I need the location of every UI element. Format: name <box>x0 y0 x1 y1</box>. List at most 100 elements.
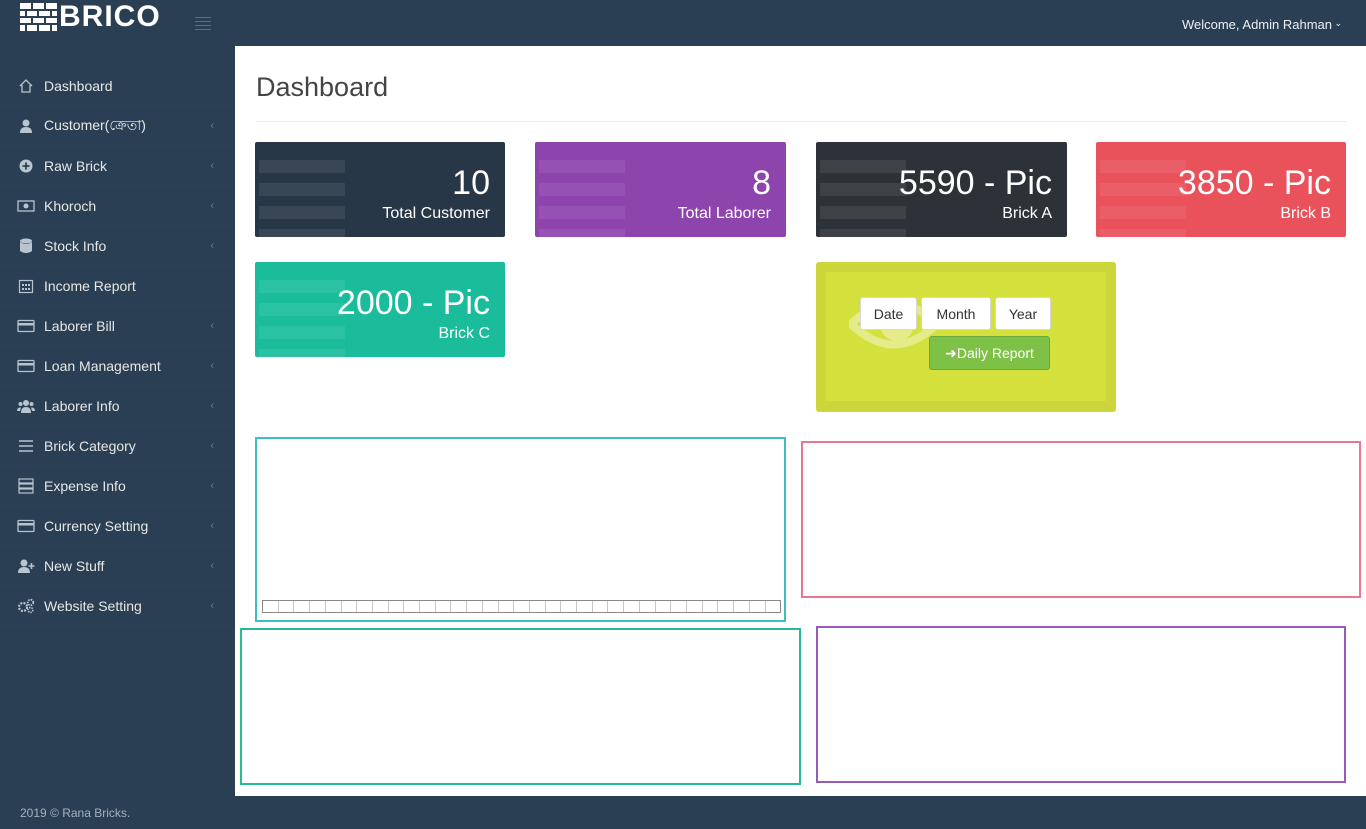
sidebar-item-customer[interactable]: Customer(ক্রেতা) ‹ <box>0 106 234 146</box>
sidebar-item-label: Laborer Bill <box>44 317 115 334</box>
sidebar-item-laborer-bill[interactable]: Laborer Bill ‹ <box>0 306 234 346</box>
grid-cell <box>671 601 687 612</box>
grid-cell <box>624 601 640 612</box>
grid-cell <box>357 601 373 612</box>
sidebar-item-label: Stock Info <box>44 237 107 254</box>
sidebar-item-raw-brick[interactable]: Raw Brick ‹ <box>0 146 234 186</box>
chart-panel-2 <box>801 441 1361 598</box>
chevron-left-icon: ‹ <box>210 600 214 612</box>
sidebar-item-label: Raw Brick <box>44 157 108 174</box>
calendar-icon <box>17 278 35 294</box>
footer-copyright: 2019 © Rana Bricks. <box>20 806 131 820</box>
home-icon <box>17 78 35 94</box>
sidebar-item-label: Khoroch <box>44 197 97 214</box>
sidebar-item-dashboard[interactable]: Dashboard <box>0 66 234 106</box>
chart-grid-strip <box>262 600 781 613</box>
sidebar-item-new-stuff[interactable]: New Stuff ‹ <box>0 546 234 586</box>
sidebar-item-laborer-info[interactable]: Laborer Info ‹ <box>0 386 234 426</box>
grid-cell <box>640 601 656 612</box>
card-value: 2000 - Pic <box>336 284 490 322</box>
grid-cell <box>499 601 515 612</box>
chevron-left-icon: ‹ <box>210 120 214 132</box>
grid-cell <box>294 601 311 612</box>
sidebar-item-label: Income Report <box>44 277 136 294</box>
grid-cell <box>310 601 326 612</box>
chart-panel-4 <box>816 626 1346 783</box>
grid-cell <box>467 601 483 612</box>
sidebar-item-label: Expense Info <box>44 477 126 494</box>
grid-cell <box>546 601 562 612</box>
date-filter-button[interactable]: Date <box>860 297 917 330</box>
sidebar-item-label: Customer(ক্রেতা) <box>44 116 146 133</box>
bars-icon <box>17 438 35 454</box>
card-value: 5590 - Pic <box>898 164 1052 202</box>
grid-cell <box>436 601 452 612</box>
daily-report-button[interactable]: ➜ Daily Report <box>929 336 1050 370</box>
card-label: Brick A <box>1002 205 1052 222</box>
sidebar-item-expense-info[interactable]: Expense Info ‹ <box>0 466 234 506</box>
user-icon <box>17 118 35 134</box>
stat-card-brick-c[interactable]: 2000 - Pic Brick C <box>255 262 505 357</box>
chevron-left-icon: ‹ <box>210 240 214 252</box>
sidebar-item-label: Website Setting <box>44 597 142 614</box>
chevron-left-icon: ‹ <box>210 400 214 412</box>
grid-cell <box>514 601 530 612</box>
top-navbar: BRICO Welcome, Admin Rahman ⌄ <box>0 0 1366 46</box>
chevron-left-icon: ‹ <box>210 360 214 372</box>
grid-cell <box>734 601 750 612</box>
divider <box>256 121 1346 122</box>
chevron-down-icon[interactable]: ⌄ <box>1334 18 1342 29</box>
stat-card-brick-a[interactable]: 5590 - Pic Brick A <box>816 142 1067 237</box>
daily-report-label: Daily Report <box>956 345 1034 361</box>
sidebar-item-stock-info[interactable]: Stock Info ‹ <box>0 226 234 266</box>
grid-cell <box>342 601 358 612</box>
year-filter-button[interactable]: Year <box>995 297 1051 330</box>
sidebar-item-khoroch[interactable]: Khoroch ‹ <box>0 186 234 226</box>
user-menu[interactable]: Welcome, Admin Rahman <box>1182 17 1332 32</box>
sidebar-item-loan-management[interactable]: Loan Management ‹ <box>0 346 234 386</box>
grid-cell <box>530 601 546 612</box>
credit-card-icon <box>17 318 35 334</box>
cogs-icon <box>17 598 35 614</box>
sidebar-item-brick-category[interactable]: Brick Category ‹ <box>0 426 234 466</box>
stat-card-customers[interactable]: 10 Total Customer <box>255 142 505 237</box>
card-label: Brick B <box>1280 205 1331 222</box>
sidebar-item-income-report[interactable]: Income Report <box>0 266 234 306</box>
brand-logo[interactable]: BRICO <box>20 2 161 32</box>
grid-cell <box>451 601 468 612</box>
sidebar-item-label: Laborer Info <box>44 397 120 414</box>
plus-circle-icon <box>17 158 35 174</box>
grid-cell <box>687 601 703 612</box>
stat-card-brick-b[interactable]: 3850 - Pic Brick B <box>1096 142 1346 237</box>
server-icon <box>17 477 35 494</box>
sidebar-nav: Dashboard Customer(ক্রেতা) ‹ Raw Brick ‹ Khor… <box>0 66 234 626</box>
grid-cell <box>608 601 625 612</box>
menu-toggle-icon[interactable] <box>195 17 211 30</box>
month-filter-button[interactable]: Month <box>921 297 991 330</box>
sidebar-item-currency-setting[interactable]: Currency Setting ‹ <box>0 506 234 546</box>
brick-wall-icon <box>20 3 57 31</box>
stat-card-laborers[interactable]: 8 Total Laborer <box>535 142 786 237</box>
chevron-left-icon: ‹ <box>210 440 214 452</box>
grid-cell <box>279 601 295 612</box>
sidebar-item-website-setting[interactable]: Website Setting ‹ <box>0 586 234 626</box>
grid-cell <box>389 601 405 612</box>
chevron-left-icon: ‹ <box>210 320 214 332</box>
grid-cell <box>577 601 593 612</box>
grid-cell <box>703 601 719 612</box>
grid-cell <box>263 601 279 612</box>
chart-panel-3 <box>240 628 801 785</box>
users-icon <box>17 398 35 414</box>
grid-cell <box>561 601 578 612</box>
chevron-left-icon: ‹ <box>210 200 214 212</box>
grid-cell <box>656 601 672 612</box>
page-title: Dashboard <box>256 72 389 102</box>
grid-cell <box>750 601 766 612</box>
sidebar-item-label: Brick Category <box>44 437 136 454</box>
card-label: Total Laborer <box>677 205 771 222</box>
main-content: Dashboard 10 Total Customer 8 Total Labo… <box>235 46 1366 796</box>
chevron-left-icon: ‹ <box>210 560 214 572</box>
user-plus-icon <box>17 558 35 574</box>
report-widget: Date Month Year ➜ Daily Report <box>816 262 1116 412</box>
credit-card-icon <box>17 358 35 374</box>
